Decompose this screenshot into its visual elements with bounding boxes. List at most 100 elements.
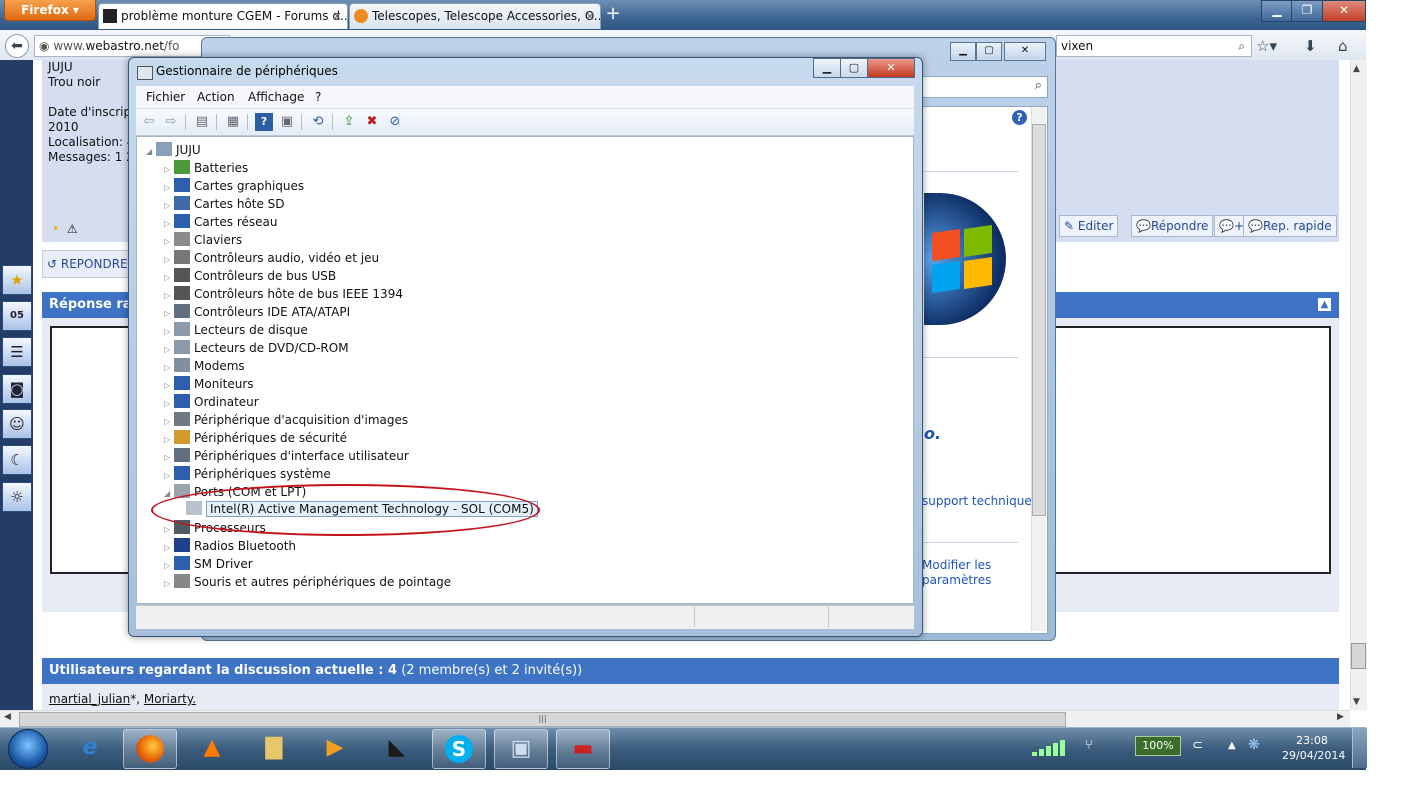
report-warning-icon[interactable]: ⚠ (67, 222, 78, 236)
vlc-icon[interactable]: ▲ (186, 729, 238, 767)
smiley-icon[interactable]: ☺ (2, 409, 32, 439)
tree-item[interactable]: ▷ Cartes réseau (164, 213, 277, 231)
show-desktop-button[interactable] (1352, 728, 1367, 768)
help-minimize-button[interactable]: ▁ (950, 42, 976, 61)
system-clock[interactable]: 23:08 29/04/2014 (1282, 733, 1345, 763)
tab-close-icon[interactable]: × (332, 4, 342, 29)
help-question-icon[interactable]: ? (1012, 110, 1027, 125)
page-scroll-thumb[interactable] (1351, 643, 1366, 669)
tree-item[interactable]: ▷ Périphériques de sécurité (164, 429, 347, 447)
page-vertical-scrollbar[interactable] (1350, 60, 1367, 710)
network-icon[interactable]: ⑂ (1085, 738, 1093, 753)
dm-maximize-button[interactable]: ▢ (840, 58, 868, 78)
download-arrow-icon[interactable]: ⬇ (1304, 37, 1317, 55)
wifi-signal-icon[interactable] (1028, 738, 1070, 758)
internet-explorer-icon[interactable]: e (64, 729, 116, 767)
disable-device-icon[interactable]: ⊘ (386, 113, 404, 131)
menu-help[interactable]: ? (315, 90, 321, 104)
show-hide-tree-icon[interactable]: ▤ (193, 113, 211, 131)
battery-indicator[interactable]: 100% (1135, 736, 1181, 756)
update-driver-icon[interactable]: ⇪ (340, 113, 358, 131)
star-icon[interactable]: ★ (2, 265, 32, 295)
dm-minimize-button[interactable]: ▁ (813, 58, 841, 78)
home-icon[interactable]: ⌂ (1338, 37, 1348, 55)
help-search-input[interactable]: ⌕ (912, 76, 1048, 98)
menu-action[interactable]: Action (197, 90, 235, 104)
list-icon[interactable]: ☰ (2, 337, 32, 367)
scroll-up-icon[interactable]: ▲ (1353, 64, 1360, 74)
window-minimize-button[interactable]: ▁ (1261, 0, 1293, 22)
tree-item[interactable]: ▷ Souris et autres périphériques de point… (164, 573, 451, 591)
browser-tab[interactable]: Telescopes, Telescope Accessories, O... … (349, 3, 601, 29)
firefox-menu-button[interactable]: Firefox ▾ (4, 0, 96, 21)
edit-button[interactable]: ✎ Editer (1059, 215, 1119, 237)
forward-arrow-icon[interactable]: ⇨ (162, 113, 180, 131)
expanded-arrow-icon[interactable]: ◢ (146, 143, 156, 161)
tree-item[interactable]: ▷ Contrôleurs IDE ATA/ATAPI (164, 303, 350, 321)
properties-icon[interactable]: ▦ (224, 113, 242, 131)
tree-item[interactable]: ▷ Cartes graphiques (164, 177, 304, 195)
support-link[interactable]: support technique (922, 494, 1032, 508)
start-button[interactable] (8, 729, 48, 769)
tray-expand-icon[interactable]: ▲ (1228, 740, 1236, 751)
collapsed-arrow-icon[interactable]: ▷ (164, 575, 174, 593)
scroll-right-icon[interactable]: ▶ (1337, 712, 1344, 722)
tree-item[interactable]: ▷ Périphérique d'acquisition d'images (164, 411, 408, 429)
tree-item[interactable]: ▷ Lecteurs de DVD/CD-ROM (164, 339, 349, 357)
menu-affichage[interactable]: Affichage (248, 90, 304, 104)
search-icon[interactable]: ⌕ (1035, 78, 1042, 93)
modify-settings-link[interactable]: Modifier les paramètres (922, 558, 991, 588)
tab-close-icon[interactable]: × (585, 4, 595, 29)
power-plug-icon[interactable]: ⊂ (1192, 738, 1203, 753)
firefox-icon[interactable] (123, 729, 177, 769)
tree-item[interactable]: ▷ Lecteurs de disque (164, 321, 308, 339)
sun-icon[interactable]: ☼ (2, 482, 32, 512)
tree-item[interactable]: ▷ Modems (164, 357, 245, 375)
tree-item[interactable]: ▷ Ordinateur (164, 393, 259, 411)
back-arrow-icon[interactable]: ⬅ (5, 34, 29, 58)
tree-item[interactable]: ▷ Radios Bluetooth (164, 537, 296, 555)
tree-item[interactable]: ▷ Périphériques système (164, 465, 331, 483)
scroll-down-icon[interactable]: ▼ (1353, 697, 1360, 707)
search-icon[interactable]: ⌕ (1238, 36, 1245, 56)
tree-root[interactable]: ◢ JUJU (146, 141, 201, 159)
collapse-icon[interactable]: ▲ (1318, 298, 1331, 311)
viewer-link[interactable]: Moriarty. (144, 692, 196, 706)
media-player-icon[interactable]: ▶ (309, 729, 361, 767)
tray-app-icon[interactable]: ❋ (1248, 737, 1260, 753)
uninstall-icon[interactable]: ✖ (363, 113, 381, 131)
dm-close-button[interactable]: ✕ (867, 58, 915, 78)
quick-reply-button[interactable]: 💬Rep. rapide (1243, 215, 1337, 237)
tree-item[interactable]: ▷ Périphériques d'interface utilisateur (164, 447, 409, 465)
new-tab-button[interactable]: + (600, 3, 626, 27)
camera-icon[interactable]: ◙ (2, 374, 32, 404)
tree-item[interactable]: ▷ Batteries (164, 159, 248, 177)
device-manager-task-icon[interactable]: ▣ (494, 729, 548, 769)
window-restore-button[interactable]: ❐ (1291, 0, 1323, 22)
file-explorer-icon[interactable]: ▇ (248, 729, 300, 767)
reply-button[interactable]: 💬Répondre (1131, 215, 1214, 237)
tree-item[interactable]: ▷ Moniteurs (164, 375, 254, 393)
scroll-left-icon[interactable]: ◀ (4, 712, 11, 722)
action-pane-icon[interactable]: ▣ (278, 113, 296, 131)
tree-item[interactable]: ▷ Claviers (164, 231, 242, 249)
menu-fichier[interactable]: Fichier (146, 90, 185, 104)
search-input[interactable]: vixen ⌕ (1056, 35, 1252, 57)
help-close-button[interactable]: ✕ (1004, 42, 1046, 61)
toolbox-icon[interactable]: ▬ (556, 729, 610, 769)
calendar-icon[interactable]: 05 (2, 301, 32, 331)
skype-icon[interactable]: S (432, 729, 486, 769)
reply-thread-button[interactable]: ↺ REPONDRE (42, 250, 141, 278)
tree-item[interactable]: ▷ Cartes hôte SD (164, 195, 285, 213)
browser-tab-active[interactable]: problème monture CGEM - Forums d... × (98, 3, 348, 29)
window-close-button[interactable]: ✕ (1322, 0, 1366, 22)
help-maximize-button[interactable]: ▢ (976, 42, 1002, 61)
tree-item[interactable]: ▷ SM Driver (164, 555, 253, 573)
back-arrow-icon[interactable]: ⇦ (140, 113, 158, 131)
help-scroll-thumb[interactable] (1032, 124, 1046, 516)
tree-item[interactable]: ▷ Contrôleurs hôte de bus IEEE 1394 (164, 285, 403, 303)
telescope-app-icon[interactable]: ◣ (371, 729, 423, 767)
tree-item[interactable]: ▷ Contrôleurs audio, vidéo et jeu (164, 249, 379, 267)
bookmark-star-icon[interactable]: ☆▾ (1256, 37, 1277, 55)
moon-icon[interactable]: ☾ (2, 445, 32, 475)
